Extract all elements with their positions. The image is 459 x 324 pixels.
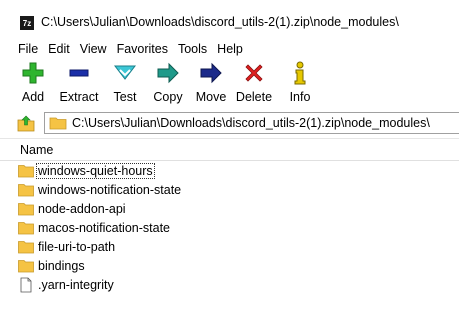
folder-icon	[18, 203, 34, 216]
folder-up-icon	[17, 115, 35, 132]
list-item[interactable]: node-addon-api	[18, 200, 127, 218]
folder-icon	[49, 117, 67, 130]
check-triangle-icon	[113, 60, 137, 86]
app-7zip-icon: 7z	[20, 16, 34, 30]
folder-icon	[18, 241, 34, 254]
address-bar[interactable]: C:\Users\Julian\Downloads\discord_utils-…	[44, 112, 459, 134]
plus-icon	[21, 60, 45, 86]
divider	[0, 138, 459, 139]
list-item[interactable]: file-uri-to-path	[18, 238, 116, 256]
menu-edit[interactable]: Edit	[43, 38, 75, 60]
minus-icon	[67, 60, 91, 86]
folder-icon	[18, 222, 34, 235]
toolbar: Add Extract Test Copy Move Delete Info	[0, 60, 459, 110]
list-item[interactable]: macos-notification-state	[18, 219, 171, 237]
extract-button[interactable]: Extract	[57, 60, 101, 104]
delete-button[interactable]: Delete	[235, 60, 273, 104]
extract-label: Extract	[59, 90, 99, 104]
list-item[interactable]: windows-quiet-hours	[18, 162, 155, 180]
item-name: node-addon-api	[38, 202, 126, 216]
copy-label: Copy	[153, 90, 183, 104]
list-item[interactable]: windows-notification-state	[18, 181, 182, 199]
move-arrow-icon	[199, 60, 223, 86]
delete-x-icon	[242, 60, 266, 86]
item-name: bindings	[38, 259, 85, 273]
menu-file[interactable]: File	[0, 38, 43, 60]
title-bar: 7z C:\Users\Julian\Downloads\discord_uti…	[0, 0, 459, 38]
menu-tools[interactable]: Tools	[173, 38, 212, 60]
list-header: Name	[0, 140, 459, 161]
add-label: Add	[21, 90, 45, 104]
column-header-name[interactable]: Name	[20, 143, 53, 157]
list-item[interactable]: .yarn-integrity	[18, 276, 115, 294]
item-name: file-uri-to-path	[38, 240, 116, 254]
menu-view[interactable]: View	[75, 38, 112, 60]
menu-favorites[interactable]: Favorites	[112, 38, 173, 60]
delete-label: Delete	[235, 90, 273, 104]
add-button[interactable]: Add	[16, 60, 50, 104]
list-item[interactable]: bindings	[18, 257, 86, 275]
info-label: Info	[289, 90, 311, 104]
folder-icon	[18, 165, 34, 178]
item-name: macos-notification-state	[38, 221, 171, 235]
test-label: Test	[113, 90, 137, 104]
item-name: windows-quiet-hours	[36, 163, 155, 179]
copy-button[interactable]: Copy	[151, 60, 185, 104]
copy-arrow-icon	[156, 60, 180, 86]
folder-icon	[18, 184, 34, 197]
test-button[interactable]: Test	[108, 60, 142, 104]
item-name: .yarn-integrity	[38, 278, 114, 292]
menu-help[interactable]: Help	[212, 38, 248, 60]
window-title: C:\Users\Julian\Downloads\discord_utils-…	[41, 15, 399, 29]
address-path: C:\Users\Julian\Downloads\discord_utils-…	[72, 116, 430, 130]
up-folder-button[interactable]	[17, 114, 35, 132]
folder-icon	[18, 260, 34, 273]
file-icon	[20, 277, 32, 293]
menu-bar: File Edit View Favorites Tools Help	[0, 38, 459, 60]
info-button[interactable]: Info	[285, 60, 315, 104]
info-icon	[288, 60, 312, 86]
move-label: Move	[195, 90, 227, 104]
item-name: windows-notification-state	[38, 183, 182, 197]
move-button[interactable]: Move	[194, 60, 228, 104]
